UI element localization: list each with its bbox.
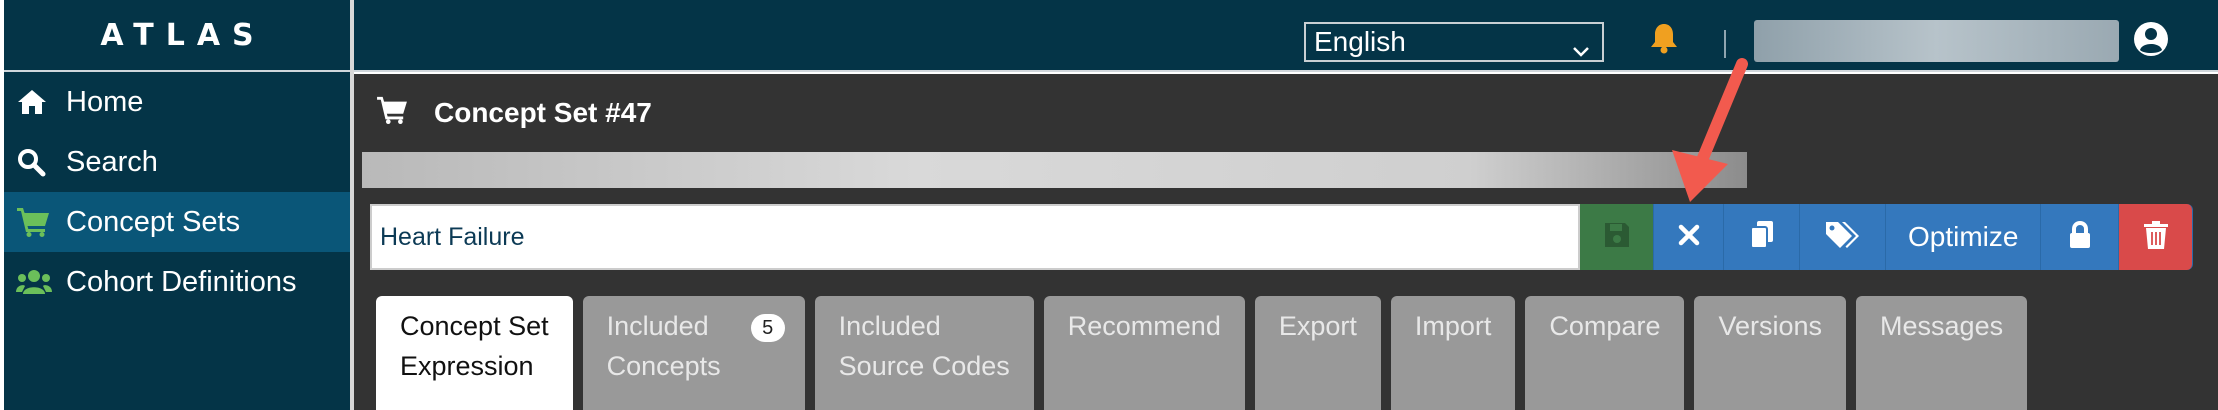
tab-label-line2: Expression bbox=[400, 351, 534, 381]
tab-label: Compare bbox=[1549, 311, 1661, 341]
language-value: English bbox=[1314, 26, 1406, 57]
concept-set-name-input[interactable]: Heart Failure bbox=[370, 204, 1580, 270]
main-content: Concept Set #47 Heart Failure Optimize C… bbox=[354, 74, 2218, 410]
tab-import[interactable]: Import bbox=[1390, 296, 1516, 410]
annotation-arrow bbox=[1672, 58, 1748, 202]
tab-label-line2: Source Codes bbox=[838, 351, 1010, 381]
chevron-down-icon bbox=[1572, 34, 1590, 66]
lock-icon bbox=[2068, 220, 2092, 255]
page-header: Concept Set #47 bbox=[376, 96, 652, 129]
cart-icon bbox=[376, 96, 408, 129]
users-icon bbox=[16, 266, 56, 298]
tab-recommend[interactable]: Recommend bbox=[1043, 296, 1245, 410]
page-title: Concept Set #47 bbox=[434, 96, 652, 128]
optimize-label: Optimize bbox=[1908, 221, 2019, 252]
tab-included-source-codes[interactable]: Included Source Codes bbox=[814, 296, 1034, 410]
sidebar: ATLAS Home Search Concept Sets Cohort De… bbox=[0, 0, 354, 410]
tab-label: Recommend bbox=[1067, 311, 1221, 341]
brand-text: ATLAS bbox=[100, 17, 266, 53]
tags-button[interactable] bbox=[1800, 204, 1886, 270]
sidebar-item-label: Search bbox=[66, 145, 158, 178]
tab-concept-set-expression[interactable]: Concept Set Expression bbox=[376, 296, 573, 410]
trash-icon bbox=[2143, 220, 2169, 255]
copy-icon bbox=[1749, 220, 1775, 255]
sidebar-item-search[interactable]: Search bbox=[4, 132, 350, 192]
tab-label: Import bbox=[1414, 311, 1492, 341]
sidebar-item-home[interactable]: Home bbox=[4, 72, 350, 132]
top-bar: English bbox=[354, 0, 2218, 72]
tab-label: Messages bbox=[1880, 311, 2004, 341]
tags-icon bbox=[1824, 220, 1862, 255]
concept-set-tabs: Concept Set Expression Included Concepts… bbox=[376, 296, 2037, 410]
sidebar-item-cohort-definitions[interactable]: Cohort Definitions bbox=[4, 252, 350, 312]
home-icon bbox=[16, 86, 56, 118]
sidebar-item-label: Concept Sets bbox=[66, 205, 241, 238]
tab-label: Export bbox=[1278, 311, 1357, 341]
count-badge: 5 bbox=[750, 314, 785, 342]
tab-versions[interactable]: Versions bbox=[1694, 296, 1847, 410]
sidebar-item-label: Cohort Definitions bbox=[66, 265, 297, 298]
lock-button[interactable] bbox=[2041, 204, 2120, 270]
close-concept-set-button[interactable] bbox=[1654, 204, 1724, 270]
cart-icon bbox=[16, 206, 56, 238]
save-icon bbox=[1603, 221, 1631, 254]
description-redacted bbox=[362, 152, 1747, 188]
tab-label: Versions bbox=[1718, 311, 1823, 341]
delete-button[interactable] bbox=[2119, 204, 2194, 270]
optimize-button[interactable]: Optimize bbox=[1886, 204, 2042, 270]
sidebar-item-label: Home bbox=[66, 85, 144, 118]
close-icon bbox=[1677, 223, 1701, 252]
concept-set-toolbar: Optimize bbox=[1580, 204, 2194, 270]
save-button[interactable] bbox=[1580, 204, 1654, 270]
language-select[interactable]: English bbox=[1304, 22, 1604, 62]
copy-button[interactable] bbox=[1724, 204, 1800, 270]
tab-label-line2: Concepts bbox=[606, 351, 721, 381]
concept-set-name-value: Heart Failure bbox=[380, 222, 525, 251]
tab-compare[interactable]: Compare bbox=[1525, 296, 1685, 410]
user-name-redacted[interactable] bbox=[1754, 20, 2119, 62]
tab-label: Included bbox=[606, 311, 709, 341]
tab-messages[interactable]: Messages bbox=[1856, 296, 2028, 410]
tab-label: Included bbox=[838, 311, 941, 341]
user-circle-icon[interactable] bbox=[2132, 20, 2170, 63]
tab-included-concepts[interactable]: Included Concepts 5 bbox=[582, 296, 805, 410]
sidebar-item-concept-sets[interactable]: Concept Sets bbox=[4, 192, 350, 252]
tab-export[interactable]: Export bbox=[1254, 296, 1381, 410]
search-icon bbox=[16, 146, 56, 178]
tab-label: Concept Set bbox=[400, 311, 549, 341]
brand-logo[interactable]: ATLAS bbox=[4, 0, 350, 72]
